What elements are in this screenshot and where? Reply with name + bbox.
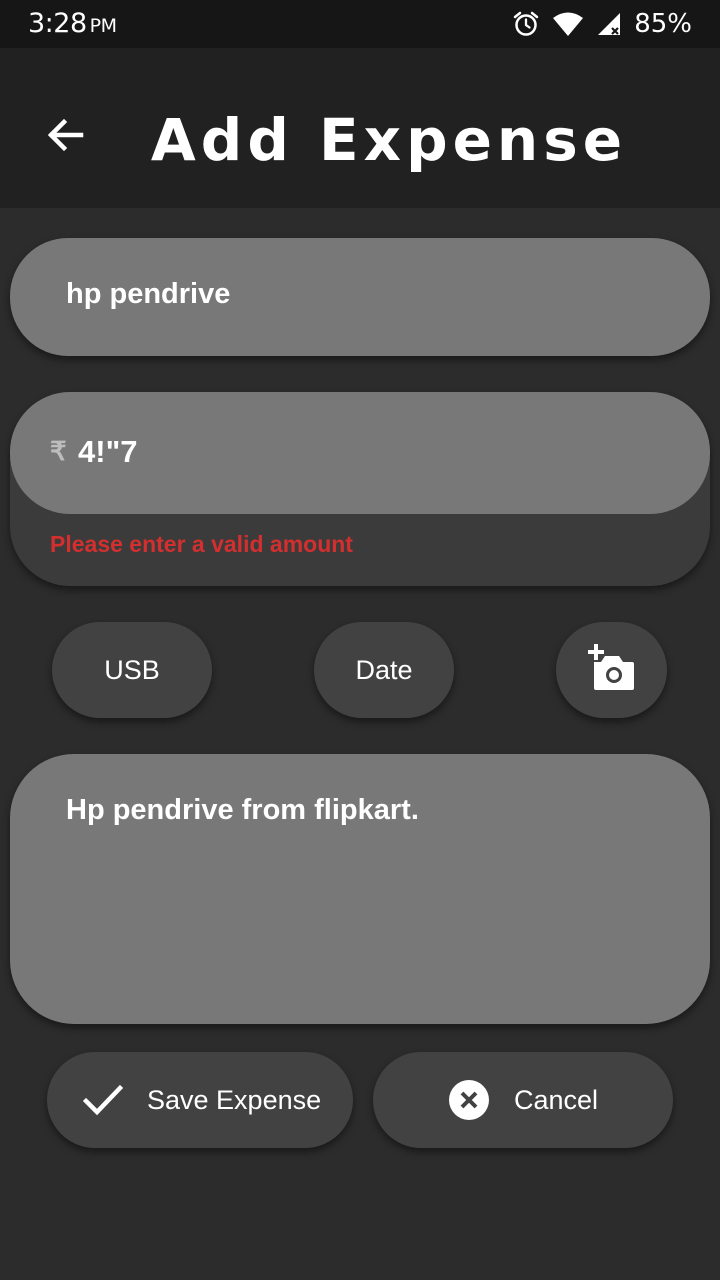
cancel-icon bbox=[448, 1079, 490, 1121]
page-title: Add Expense bbox=[150, 106, 628, 174]
expense-title-value: hp pendrive bbox=[66, 278, 231, 310]
status-time-ampm: PM bbox=[89, 15, 117, 37]
rupee-icon: ₹ bbox=[50, 436, 67, 466]
save-expense-label: Save Expense bbox=[147, 1084, 322, 1115]
battery-percent: 85% bbox=[634, 9, 692, 39]
date-chip[interactable]: Date bbox=[314, 622, 454, 718]
category-chip-label: USB bbox=[104, 654, 160, 685]
cellular-signal-icon bbox=[596, 11, 622, 37]
amount-value: 4!"7 bbox=[78, 434, 138, 469]
date-chip-label: Date bbox=[355, 654, 413, 685]
category-chip[interactable]: USB bbox=[52, 622, 212, 718]
add-photo-button[interactable] bbox=[556, 622, 667, 718]
cancel-label: Cancel bbox=[513, 1084, 599, 1115]
cancel-button[interactable]: Cancel bbox=[373, 1052, 673, 1148]
check-icon bbox=[83, 1084, 123, 1116]
amount-error-message: Please enter a valid amount bbox=[50, 531, 353, 557]
save-expense-button[interactable]: Save Expense bbox=[47, 1052, 353, 1148]
status-time: 3:28 PM bbox=[28, 8, 117, 39]
expense-title-field[interactable]: hp pendrive bbox=[10, 238, 710, 356]
add-a-photo-icon bbox=[586, 643, 638, 697]
amount-card: ₹ 4!"7 Please enter a valid amount bbox=[10, 392, 710, 586]
app-bar: Add Expense bbox=[0, 48, 720, 208]
wifi-icon bbox=[552, 11, 584, 37]
status-bar: 3:28 PM 85% bbox=[0, 0, 720, 48]
status-icons: 85% bbox=[512, 9, 692, 39]
status-time-value: 3:28 bbox=[28, 8, 87, 39]
amount-field[interactable]: ₹ 4!"7 bbox=[10, 392, 710, 514]
notes-value: Hp pendrive from flipkart. bbox=[66, 794, 419, 826]
notes-field[interactable]: Hp pendrive from flipkart. bbox=[10, 754, 710, 1024]
alarm-icon bbox=[512, 10, 540, 38]
